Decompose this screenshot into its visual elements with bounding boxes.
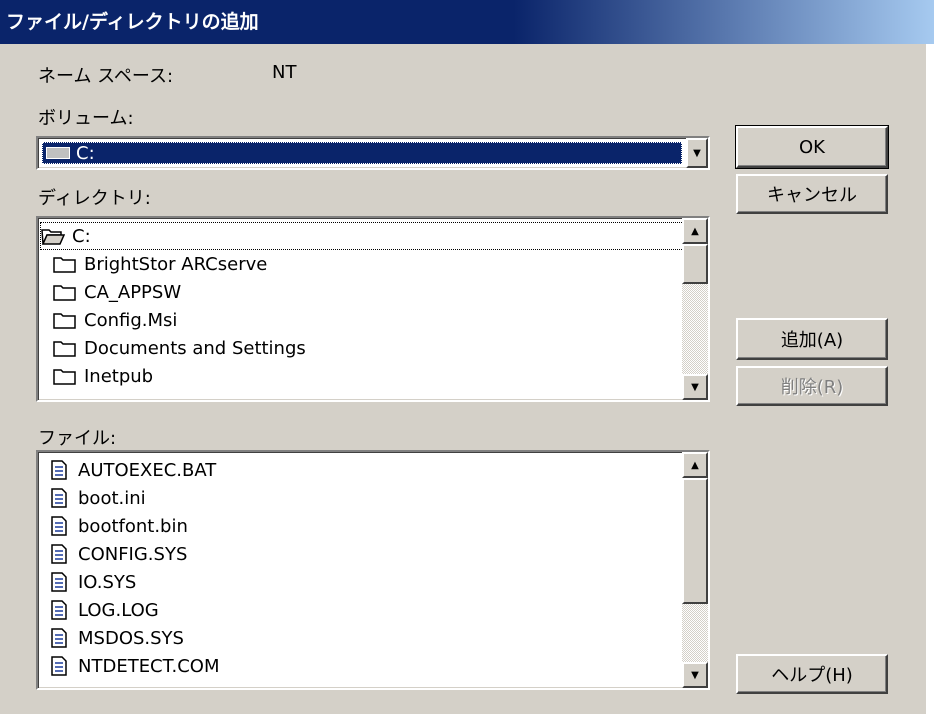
file-icon [46,488,72,508]
folder-icon [52,310,78,330]
folder-icon [52,366,78,386]
directory-item[interactable]: BrightStor ARCserve [52,250,267,278]
chevron-down-icon: ▼ [693,147,701,159]
directory-item-c[interactable]: C: [40,222,706,250]
add-button[interactable]: 追加(A) [736,318,888,360]
volume-selected-label: C: [76,142,95,164]
file-item-label: boot.ini [78,487,146,509]
file-item[interactable]: MSDOS.SYS [46,624,184,652]
scroll-up-icon[interactable]: ▲ [682,452,708,478]
drive-icon [46,147,70,159]
directory-item[interactable]: Documents and Settings [52,334,306,362]
title-bar[interactable]: ファイル/ディレクトリの追加 [0,0,934,44]
file-scrollbar[interactable]: ▲ ▼ [682,452,708,688]
file-item[interactable]: LOG.LOG [46,596,159,624]
open-folder-icon [40,226,66,246]
file-icon [46,600,72,620]
file-item-label: AUTOEXEC.BAT [78,459,217,481]
cancel-button[interactable]: キャンセル [736,174,888,214]
directory-item-label: CA_APPSW [84,281,182,303]
directory-item[interactable]: Config.Msi [52,306,177,334]
directory-item[interactable]: CA_APPSW [52,278,181,306]
file-icon [46,656,72,676]
folder-icon [52,254,78,274]
file-scroll-thumb[interactable] [682,478,708,604]
file-item-label: MSDOS.SYS [78,627,184,649]
file-icon [46,460,72,480]
file-item[interactable]: NTDETECT.COM [46,652,219,680]
add-file-directory-dialog: ファイル/ディレクトリの追加 ネーム スペース: NT ボリューム: C: ▼ … [0,0,934,714]
file-icon [46,628,72,648]
remove-button[interactable]: 削除(R) [736,366,888,406]
file-item-label: LOG.LOG [78,599,159,621]
file-listbox[interactable]: AUTOEXEC.BAT boot.ini bootfont.bin CONFI… [36,450,710,690]
directory-item-label: Documents and Settings [84,337,306,359]
namespace-value: NT [272,62,297,83]
folder-icon [52,338,78,358]
file-item[interactable]: AUTOEXEC.BAT [46,456,216,484]
volume-label: ボリューム: [38,108,134,129]
directory-label: ディレクトリ: [38,188,151,209]
help-button[interactable]: ヘルプ(H) [736,654,888,694]
folder-icon [52,282,78,302]
scroll-down-icon[interactable]: ▼ [682,662,708,688]
namespace-label: ネーム スペース: [38,66,174,87]
directory-item-label: Config.Msi [84,309,178,331]
file-item[interactable]: boot.ini [46,484,146,512]
file-item[interactable]: CONFIG.SYS [46,540,187,568]
directory-scroll-thumb[interactable] [682,244,708,284]
scroll-up-icon[interactable]: ▲ [682,218,708,244]
directory-scrollbar[interactable]: ▲ ▼ [682,218,708,400]
file-icon [46,544,72,564]
file-icon [46,572,72,592]
volume-dropdown-button[interactable]: ▼ [686,138,708,168]
file-label: ファイル: [38,428,117,449]
directory-item-label: Inetpub [84,365,154,387]
volume-selected: C: [42,142,682,164]
volume-combobox[interactable]: C: ▼ [36,136,710,170]
directory-listbox[interactable]: C: BrightStor ARCserve CA_APPSW Config.M… [36,216,710,402]
window-edge [926,44,934,714]
file-item-label: CONFIG.SYS [78,543,188,565]
directory-item-label: C: [72,225,91,247]
file-item-label: IO.SYS [78,571,137,593]
file-item-label: NTDETECT.COM [78,655,220,677]
file-item-label: bootfont.bin [78,515,188,537]
directory-item-label: BrightStor ARCserve [84,253,268,275]
file-item[interactable]: IO.SYS [46,568,136,596]
scroll-down-icon[interactable]: ▼ [682,374,708,400]
directory-item[interactable]: Inetpub [52,362,153,390]
file-item[interactable]: bootfont.bin [46,512,188,540]
ok-button[interactable]: OK [735,125,889,169]
file-icon [46,516,72,536]
